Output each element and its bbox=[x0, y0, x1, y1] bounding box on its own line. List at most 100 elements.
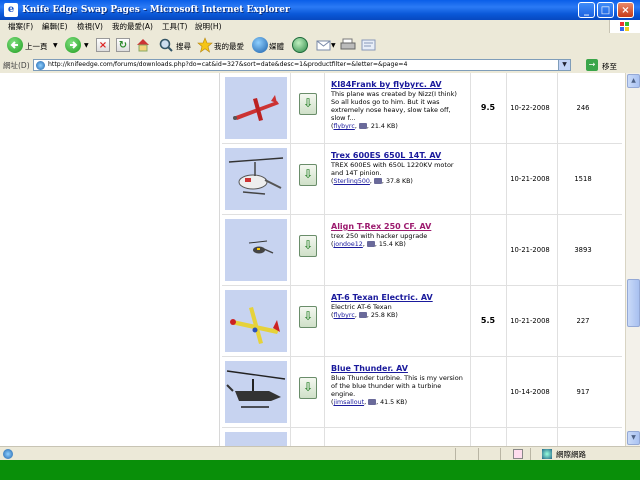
menu-tools[interactable]: 工具(T) bbox=[162, 20, 187, 33]
edit-page-icon[interactable] bbox=[361, 38, 377, 52]
history-icon[interactable] bbox=[292, 37, 308, 53]
row-date: 10-21-2008 bbox=[510, 317, 550, 325]
favorites-button-label[interactable]: 我的最愛 bbox=[214, 41, 244, 52]
media-button-label[interactable]: 媒體 bbox=[269, 41, 284, 52]
vertical-scrollbar[interactable]: ▲ ▼ bbox=[625, 73, 640, 446]
windows-flag-icon bbox=[609, 20, 640, 33]
row-views: 227 bbox=[576, 317, 590, 325]
scroll-up-icon[interactable]: ▲ bbox=[627, 74, 640, 88]
row-views: 246 bbox=[576, 104, 590, 112]
row-description: trex 250 with hacker upgrade bbox=[331, 232, 428, 240]
favorites-star-icon[interactable] bbox=[197, 37, 213, 53]
row-description: Electric AT-6 Texan bbox=[331, 303, 392, 311]
row-info: KI84Frank by flybyrc. AV This plane was … bbox=[331, 80, 466, 130]
home-icon[interactable] bbox=[135, 37, 151, 53]
menu-edit[interactable]: 編輯(E) bbox=[42, 20, 68, 33]
download-icon[interactable]: ⇩ bbox=[299, 164, 317, 186]
row-size: 15.4 KB bbox=[378, 241, 404, 248]
taskbar bbox=[0, 460, 640, 480]
file-icon bbox=[358, 312, 367, 318]
ie-logo-icon: e bbox=[4, 3, 18, 17]
menu-favorites[interactable]: 我的最愛(A) bbox=[112, 20, 153, 33]
row-user-link[interactable]: flybyrc bbox=[333, 312, 354, 319]
title-bar: e Knife Edge Swap Pages - Microsoft Inte… bbox=[0, 0, 640, 20]
scroll-down-icon[interactable]: ▼ bbox=[627, 431, 640, 445]
search-icon[interactable] bbox=[158, 37, 174, 53]
go-button-label[interactable]: 移至 bbox=[602, 61, 617, 72]
row-date: 10-22-2008 bbox=[510, 104, 550, 112]
forward-dropdown-icon[interactable]: ▼ bbox=[84, 42, 89, 49]
row-info: AT-6 Texan Electric. AV Electric AT-6 Te… bbox=[331, 293, 466, 319]
menu-help[interactable]: 說明(H) bbox=[195, 20, 222, 33]
download-icon[interactable]: ⇩ bbox=[299, 306, 317, 328]
row-user-link[interactable]: flybyrc bbox=[333, 123, 354, 130]
left-blank-pane bbox=[0, 73, 220, 446]
aircraft-thumbnail[interactable] bbox=[225, 432, 287, 446]
row-views: 917 bbox=[576, 388, 590, 396]
file-icon bbox=[368, 399, 377, 405]
download-cell: ⇩ bbox=[290, 73, 325, 143]
back-button-label[interactable]: 上一頁 bbox=[25, 41, 48, 52]
download-icon[interactable]: ⇩ bbox=[299, 377, 317, 399]
aircraft-thumbnail[interactable] bbox=[225, 77, 287, 139]
row-user-link[interactable]: jondoe12 bbox=[333, 241, 362, 248]
stop-icon[interactable]: × bbox=[96, 38, 110, 52]
helicopter-thumbnail[interactable] bbox=[225, 361, 287, 423]
row-title-link[interactable]: AT-6 Texan Electric. AV bbox=[331, 293, 466, 302]
internet-zone-icon bbox=[542, 449, 552, 459]
search-button-label[interactable]: 搜尋 bbox=[176, 41, 191, 52]
row-user-link[interactable]: Sterling500 bbox=[333, 178, 369, 185]
row-size: 41.5 KB bbox=[380, 399, 405, 406]
row-size: 21.4 KB bbox=[370, 123, 396, 130]
menu-view[interactable]: 檢視(V) bbox=[77, 20, 103, 33]
print-icon[interactable] bbox=[340, 38, 356, 52]
address-dropdown-icon[interactable]: ▼ bbox=[558, 60, 570, 70]
page-content: ⇩ KI84Frank by flybyrc. AV This plane wa… bbox=[0, 73, 625, 446]
download-icon[interactable]: ⇩ bbox=[299, 93, 317, 115]
row-info: Align T-Rex 250 CF. AV trex 250 with hac… bbox=[331, 222, 466, 248]
download-cell: ⇩ bbox=[290, 215, 325, 285]
table-row: ⇩ AT-6 Texan Electric. AV Electric AT-6 … bbox=[222, 286, 622, 357]
scroll-thumb[interactable] bbox=[627, 279, 640, 327]
minimize-button[interactable]: _ bbox=[578, 2, 595, 18]
row-date: 10-21-2008 bbox=[510, 246, 550, 254]
back-dropdown-icon[interactable]: ▼ bbox=[53, 42, 58, 49]
row-rating: 9.5 bbox=[480, 103, 496, 112]
row-views: 3893 bbox=[574, 246, 592, 254]
menu-bar: 檔案(F) 編輯(E) 檢視(V) 我的最愛(A) 工具(T) 說明(H) bbox=[0, 20, 640, 34]
row-date: 10-21-2008 bbox=[510, 175, 550, 183]
address-url: http://knifeedge.com/forums/downloads.ph… bbox=[48, 61, 408, 68]
status-bar: 網際網路 bbox=[0, 446, 640, 461]
refresh-icon[interactable]: ↻ bbox=[116, 38, 130, 52]
maximize-button[interactable]: □ bbox=[597, 2, 614, 18]
row-user-link[interactable]: jimsallout bbox=[333, 399, 364, 406]
aircraft-thumbnail[interactable] bbox=[225, 290, 287, 352]
row-views: 1518 bbox=[574, 175, 592, 183]
row-info: Trex 600ES 650L 14T. AV TREX 600ES with … bbox=[331, 151, 466, 185]
close-button[interactable]: × bbox=[617, 2, 634, 18]
mail-icon[interactable] bbox=[316, 38, 332, 52]
row-meta: (flybyrc, , 21.4 KB) bbox=[331, 123, 398, 130]
address-input[interactable]: http://knifeedge.com/forums/downloads.ph… bbox=[33, 59, 571, 71]
media-globe-icon[interactable] bbox=[252, 37, 268, 53]
go-arrow-icon[interactable]: → bbox=[586, 59, 598, 71]
helicopter-thumbnail[interactable] bbox=[225, 148, 287, 210]
download-icon[interactable]: ⇩ bbox=[299, 235, 317, 257]
row-title-link[interactable]: Align T-Rex 250 CF. AV bbox=[331, 222, 466, 231]
toolbar: 上一頁 ▼ ▼ × ↻ 搜尋 我的最愛 媒體 ▼ bbox=[0, 33, 640, 59]
helicopter-thumbnail[interactable] bbox=[225, 219, 287, 281]
popup-blocked-icon[interactable] bbox=[513, 449, 523, 459]
row-title-link[interactable]: KI84Frank by flybyrc. AV bbox=[331, 80, 466, 89]
mail-dropdown-icon[interactable]: ▼ bbox=[331, 42, 336, 49]
row-title-link[interactable]: Trex 600ES 650L 14T. AV bbox=[331, 151, 466, 160]
file-icon bbox=[358, 123, 367, 129]
row-size: 25.8 KB bbox=[370, 312, 396, 319]
menu-file[interactable]: 檔案(F) bbox=[8, 20, 33, 33]
back-arrow-icon[interactable] bbox=[7, 37, 23, 53]
row-meta: (jimsallout, , 41.5 KB) bbox=[331, 399, 408, 406]
row-title-link[interactable]: Blue Thunder. AV bbox=[331, 364, 466, 373]
forward-arrow-icon[interactable] bbox=[65, 37, 81, 53]
address-label: 網址(D) bbox=[3, 61, 30, 70]
row-info: Blue Thunder. AV Blue Thunder turbine. T… bbox=[331, 364, 466, 406]
download-cell bbox=[290, 428, 325, 446]
